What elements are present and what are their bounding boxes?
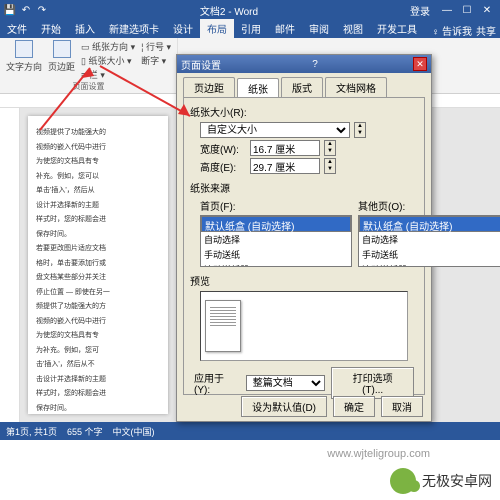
tab-design[interactable]: 设计 bbox=[166, 19, 200, 38]
tab-newtab[interactable]: 新建选项卡 bbox=[102, 19, 166, 38]
ribbon-tabs: 文件 开始 插入 新建选项卡 设计 布局 引用 邮件 审阅 视图 开发工具 ♀ … bbox=[0, 20, 500, 38]
orientation-button[interactable]: ▭ 纸张方向 ▾ bbox=[81, 40, 135, 53]
preview-area bbox=[200, 291, 408, 361]
tab-references[interactable]: 引用 bbox=[234, 19, 268, 38]
preview-page-icon bbox=[205, 300, 241, 352]
dialog-title: 页面设置 bbox=[181, 57, 221, 72]
tab-review[interactable]: 审阅 bbox=[302, 19, 336, 38]
close-icon[interactable]: ✕ bbox=[478, 5, 496, 16]
height-input[interactable] bbox=[250, 158, 320, 174]
dialog-titlebar[interactable]: 页面设置 ? ✕ bbox=[177, 55, 431, 73]
columns-button[interactable]: ≡ 栏 ▾ bbox=[81, 68, 135, 81]
page-setup-dialog: 页面设置 ? ✕ 页边距 纸张 版式 文档网格 纸张大小(R): 自定义大小 ▲… bbox=[176, 54, 432, 422]
dialog-tab-layout[interactable]: 版式 bbox=[281, 77, 323, 97]
width-spinner[interactable]: ▲▼ bbox=[324, 140, 336, 156]
height-label: 高度(E): bbox=[200, 159, 246, 174]
group-label: 页面设置 bbox=[6, 81, 171, 92]
login-label[interactable]: 登录 bbox=[410, 3, 430, 18]
redo-icon[interactable]: ↷ bbox=[36, 4, 48, 16]
status-words[interactable]: 655 个字 bbox=[67, 425, 103, 438]
paper-size-spinner[interactable]: ▲▼ bbox=[354, 122, 366, 138]
maximize-icon[interactable]: ☐ bbox=[458, 5, 476, 16]
minimize-icon[interactable]: — bbox=[438, 5, 456, 16]
margins-button[interactable]: 页边距 bbox=[48, 40, 75, 81]
width-input[interactable] bbox=[250, 140, 320, 156]
tab-developer[interactable]: 开发工具 bbox=[370, 19, 424, 38]
other-pages-label: 其他页(O): bbox=[358, 198, 500, 213]
watermark-url: www.wjteligroup.com bbox=[327, 448, 430, 460]
preview-label: 预览 bbox=[190, 273, 418, 288]
apply-to-label: 应用于(Y): bbox=[194, 370, 240, 396]
first-page-label: 首页(F): bbox=[200, 198, 352, 213]
cancel-button[interactable]: 取消 bbox=[381, 396, 423, 417]
window-title: 文档2 - Word bbox=[48, 3, 410, 18]
tab-file[interactable]: 文件 bbox=[0, 19, 34, 38]
paper-size-select[interactable]: 自定义大小 bbox=[200, 122, 350, 138]
apply-to-select[interactable]: 整篇文档 bbox=[246, 375, 326, 391]
help-icon[interactable]: ? bbox=[312, 59, 318, 70]
window-controls: — ☐ ✕ bbox=[438, 5, 496, 16]
tab-home[interactable]: 开始 bbox=[34, 19, 68, 38]
text-direction-button[interactable]: 文字方向 bbox=[6, 40, 42, 81]
other-pages-listbox[interactable]: 默认纸盒 (自动选择) 自动选择 手动送纸 滚动送纸器 bbox=[358, 215, 500, 267]
quick-access-toolbar: 💾 ↶ ↷ bbox=[4, 4, 48, 16]
tab-layout[interactable]: 布局 bbox=[200, 19, 234, 38]
set-default-button[interactable]: 设为默认值(D) bbox=[241, 396, 327, 417]
dialog-tab-paper[interactable]: 纸张 bbox=[237, 78, 279, 98]
status-lang[interactable]: 中文(中国) bbox=[113, 425, 155, 438]
watermark-text: 无极安卓网 bbox=[422, 471, 492, 491]
dialog-close-icon[interactable]: ✕ bbox=[413, 57, 427, 71]
margins-icon bbox=[53, 40, 71, 58]
paper-size-button[interactable]: ▯ 纸张大小 ▾ bbox=[81, 54, 135, 67]
document-page[interactable]: 视频提供了功能强大的 视频的嵌入代码中进行 为使您的文档具有专 补充。例如，您可… bbox=[28, 116, 168, 414]
tab-mailings[interactable]: 邮件 bbox=[268, 19, 302, 38]
tab-view[interactable]: 视图 bbox=[336, 19, 370, 38]
first-page-listbox[interactable]: 默认纸盒 (自动选择) 自动选择 手动送纸 滚动送纸器 bbox=[200, 215, 352, 267]
print-options-button[interactable]: 打印选项(T)... bbox=[331, 367, 414, 399]
status-bar: 第1页, 共1页 655 个字 中文(中国) bbox=[0, 422, 500, 440]
ok-button[interactable]: 确定 bbox=[333, 396, 375, 417]
hyphenation-button[interactable]: 断字 ▾ bbox=[141, 54, 171, 67]
watermark: 无极安卓网 bbox=[390, 468, 492, 494]
paper-size-label: 纸张大小(R): bbox=[190, 104, 418, 119]
text-direction-icon bbox=[15, 40, 33, 58]
width-label: 宽度(W): bbox=[200, 141, 246, 156]
dialog-tab-grid[interactable]: 文档网格 bbox=[325, 77, 387, 97]
titlebar: 💾 ↶ ↷ 文档2 - Word 登录 — ☐ ✕ bbox=[0, 0, 500, 20]
dialog-body: 纸张大小(R): 自定义大小 ▲▼ 宽度(W): ▲▼ 高度(E): ▲▼ 纸张… bbox=[183, 97, 425, 395]
tell-me[interactable]: ♀ 告诉我 bbox=[432, 23, 472, 38]
tab-insert[interactable]: 插入 bbox=[68, 19, 102, 38]
line-numbers-button[interactable]: ¦ 行号 ▾ bbox=[141, 40, 171, 53]
status-page[interactable]: 第1页, 共1页 bbox=[6, 425, 57, 438]
word-window: 💾 ↶ ↷ 文档2 - Word 登录 — ☐ ✕ 文件 开始 插入 新建选项卡… bbox=[0, 0, 500, 440]
undo-icon[interactable]: ↶ bbox=[20, 4, 32, 16]
watermark-icon bbox=[390, 468, 416, 494]
dialog-tab-margins[interactable]: 页边距 bbox=[183, 77, 235, 97]
share-button[interactable]: 共享 bbox=[476, 23, 496, 38]
vertical-ruler[interactable] bbox=[0, 108, 20, 422]
paper-source-label: 纸张来源 bbox=[190, 180, 418, 195]
save-icon[interactable]: 💾 bbox=[4, 4, 16, 16]
dialog-tabs: 页边距 纸张 版式 文档网格 bbox=[177, 73, 431, 97]
height-spinner[interactable]: ▲▼ bbox=[324, 158, 336, 174]
ribbon-group-page-setup: 文字方向 页边距 ▭ 纸张方向 ▾ ▯ 纸张大小 ▾ ≡ 栏 ▾ ¦ 行号 ▾ … bbox=[0, 38, 178, 93]
